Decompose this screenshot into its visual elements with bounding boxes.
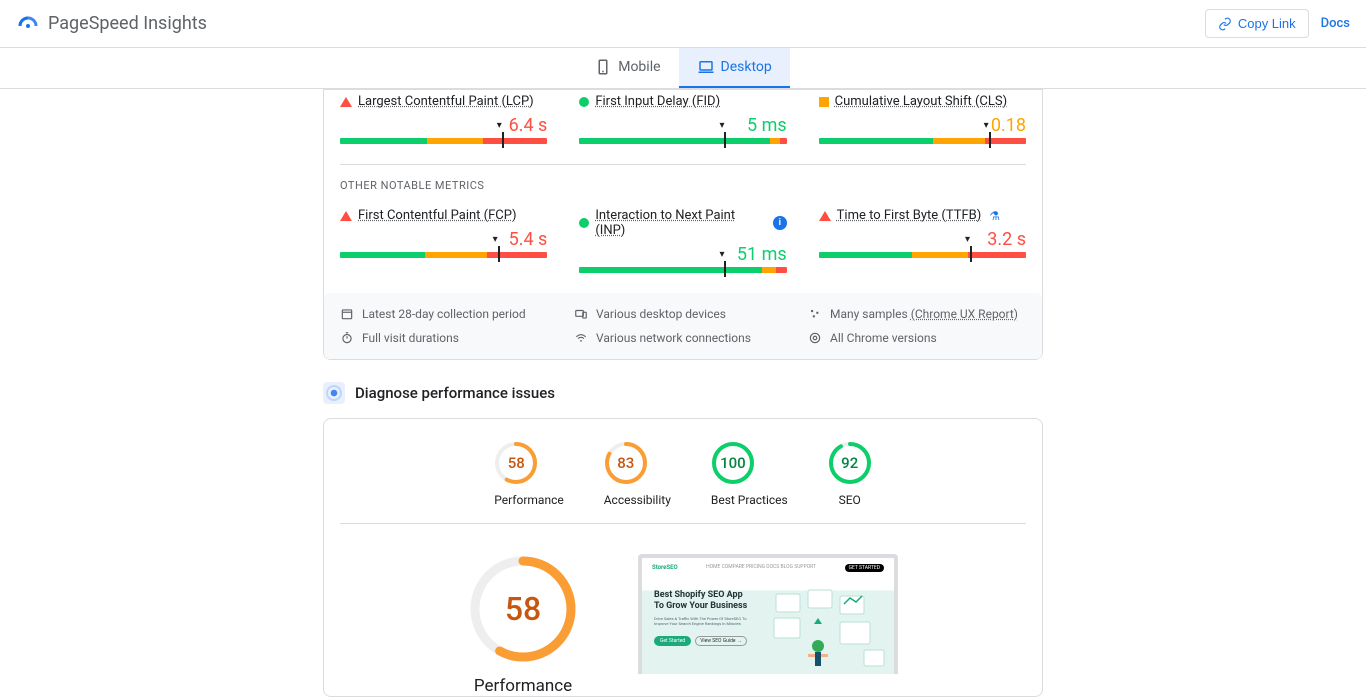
- brand-title: PageSpeed Insights: [48, 13, 207, 34]
- experimental-icon[interactable]: ⚗: [989, 209, 1000, 223]
- diagnose-header: Diagnose performance issues: [323, 382, 1043, 404]
- square-amber-icon: [819, 97, 829, 107]
- performance-label-large: Performance: [468, 676, 578, 696]
- performance-gauge-large: 58 Performance: [468, 554, 578, 696]
- metric-cls-name[interactable]: Cumulative Layout Shift (CLS): [835, 94, 1007, 109]
- performance-score-large: 58: [468, 554, 578, 664]
- gauge-performance-label: Performance: [494, 493, 563, 507]
- crux-report-link[interactable]: (Chrome UX Report): [911, 307, 1018, 321]
- metric-inp: Interaction to Next Paint (INP) i 51 ms: [579, 208, 786, 273]
- diagnose-title: Diagnose performance issues: [355, 384, 555, 402]
- tab-mobile[interactable]: Mobile: [576, 48, 678, 88]
- foot-durations: Full visit durations: [340, 331, 558, 345]
- field-data-footnotes: Latest 28-day collection period Various …: [324, 293, 1042, 359]
- brand: PageSpeed Insights: [16, 12, 207, 36]
- info-icon[interactable]: i: [773, 216, 787, 230]
- foot-devices: Various desktop devices: [574, 307, 792, 321]
- foot-network: Various network connections: [574, 331, 792, 345]
- metric-fcp: First Contentful Paint (FCP) 5.4 s: [340, 208, 547, 273]
- metric-fid-name[interactable]: First Input Delay (FID): [595, 94, 720, 109]
- metric-inp-bar: [579, 267, 786, 273]
- gauge-row: 58 Performance 83 Accessibility: [340, 433, 1026, 524]
- triangle-red-icon: [340, 211, 352, 221]
- metric-lcp-value: 6.4 s: [340, 115, 547, 136]
- lighthouse-icon: [323, 382, 345, 404]
- laptop-icon: [697, 58, 715, 76]
- metric-fid-value: 5 ms: [579, 115, 786, 136]
- metric-ttfb-value: 3.2 s: [819, 229, 1026, 250]
- screenshot-cta: Get Started: [654, 636, 691, 646]
- gauge-seo-score: 92: [828, 441, 872, 485]
- metric-fcp-value: 5.4 s: [340, 229, 547, 250]
- field-data-card: Largest Contentful Paint (LCP) 6.4 s Fir…: [323, 89, 1043, 360]
- metric-cls: Cumulative Layout Shift (CLS) 0.18: [819, 94, 1026, 144]
- metric-ttfb-name[interactable]: Time to First Byte (TTFB): [837, 208, 982, 223]
- gauge-accessibility[interactable]: 83 Accessibility: [604, 441, 671, 507]
- metric-ttfb: Time to First Byte (TTFB) ⚗ 3.2 s: [819, 208, 1026, 273]
- pagespeed-logo-icon: [16, 12, 40, 36]
- triangle-red-icon: [819, 211, 831, 221]
- screenshot-headline: Best Shopify SEO App To Grow Your Busine…: [654, 590, 747, 612]
- dot-green-icon: [579, 97, 589, 107]
- other-metrics: First Contentful Paint (FCP) 5.4 s Inter…: [340, 204, 1026, 273]
- lighthouse-report: 58 Performance 83 Accessibility: [323, 418, 1043, 697]
- copy-link-button[interactable]: Copy Link: [1205, 9, 1309, 38]
- copy-link-label: Copy Link: [1238, 16, 1296, 31]
- stopwatch-icon: [340, 331, 354, 345]
- docs-link[interactable]: Docs: [1321, 16, 1350, 31]
- foot-samples: Many samples (Chrome UX Report): [808, 307, 1026, 321]
- metric-lcp-bar: [340, 138, 547, 144]
- smartphone-icon: [594, 58, 612, 76]
- metric-lcp-name[interactable]: Largest Contentful Paint (LCP): [358, 94, 534, 109]
- metric-lcp: Largest Contentful Paint (LCP) 6.4 s: [340, 94, 547, 144]
- metric-inp-name[interactable]: Interaction to Next Paint (INP): [595, 208, 765, 238]
- metric-fid: First Input Delay (FID) 5 ms: [579, 94, 786, 144]
- devices-icon: [574, 307, 588, 321]
- metric-fcp-name[interactable]: First Contentful Paint (FCP): [358, 208, 517, 223]
- report-container: Largest Contentful Paint (LCP) 6.4 s Fir…: [323, 89, 1043, 697]
- gauge-accessibility-score: 83: [604, 441, 648, 485]
- performance-detail: 58 Performance StoreSEO HOME COMPARE PRI…: [340, 524, 1026, 696]
- divider: [340, 164, 1026, 165]
- device-tabs: Mobile Desktop: [0, 48, 1366, 89]
- foot-versions: All Chrome versions: [808, 331, 1026, 345]
- gauge-performance-score: 58: [494, 441, 538, 485]
- calendar-icon: [340, 307, 354, 321]
- foot-period: Latest 28-day collection period: [340, 307, 558, 321]
- gauge-seo[interactable]: 92 SEO: [828, 441, 872, 507]
- core-metrics: Largest Contentful Paint (LCP) 6.4 s Fir…: [340, 90, 1026, 144]
- metric-cls-bar: [819, 138, 1026, 144]
- wifi-icon: [574, 331, 588, 345]
- app-header: PageSpeed Insights Copy Link Docs: [0, 0, 1366, 48]
- chrome-icon: [808, 331, 822, 345]
- screenshot-illustration: [768, 588, 888, 674]
- header-actions: Copy Link Docs: [1205, 9, 1350, 38]
- metric-cls-value: 0.18: [819, 115, 1026, 136]
- screenshot-subtitle: Drive Sales & Traffic With The Power Of …: [654, 616, 754, 626]
- metric-fid-bar: [579, 138, 786, 144]
- gauge-performance[interactable]: 58 Performance: [494, 441, 563, 507]
- gauge-best-practices-score: 100: [711, 441, 755, 485]
- tab-desktop[interactable]: Desktop: [679, 48, 790, 88]
- screenshot-nav: StoreSEO HOME COMPARE PRICING DOCS BLOG …: [652, 564, 884, 572]
- gauge-best-practices-label: Best Practices: [711, 493, 788, 507]
- tab-mobile-label: Mobile: [618, 59, 660, 75]
- metric-fcp-bar: [340, 252, 547, 258]
- page-screenshot: StoreSEO HOME COMPARE PRICING DOCS BLOG …: [638, 554, 898, 674]
- gauge-best-practices[interactable]: 100 Best Practices: [711, 441, 788, 507]
- triangle-red-icon: [340, 97, 352, 107]
- tab-desktop-label: Desktop: [721, 59, 772, 75]
- metric-ttfb-bar: [819, 252, 1026, 258]
- other-metrics-label: OTHER NOTABLE METRICS: [340, 179, 1026, 192]
- metric-inp-value: 51 ms: [579, 244, 786, 265]
- link-icon: [1218, 17, 1232, 31]
- gauge-accessibility-label: Accessibility: [604, 493, 671, 507]
- scatter-icon: [808, 307, 822, 321]
- gauge-seo-label: SEO: [828, 493, 872, 507]
- dot-green-icon: [579, 218, 589, 228]
